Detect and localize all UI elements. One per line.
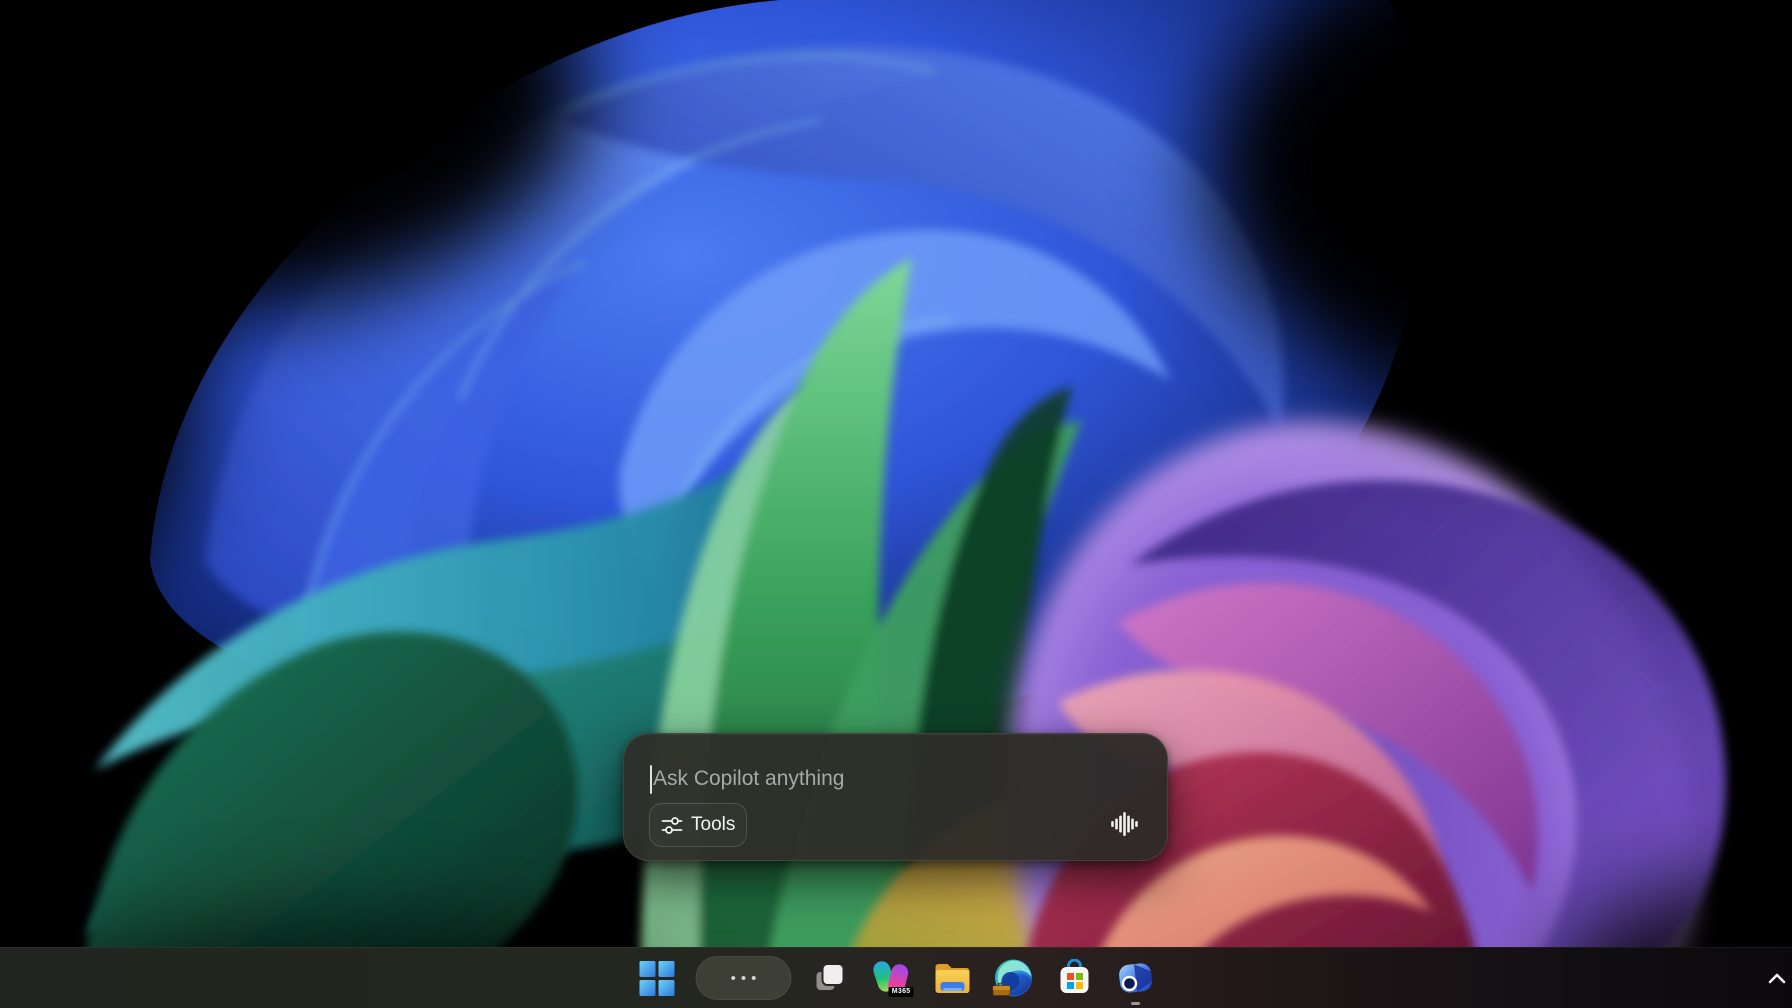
work-briefcase-badge — [993, 983, 1011, 996]
edge-button[interactable] — [992, 956, 1036, 1000]
sliders-icon — [660, 814, 684, 836]
running-indicator — [1131, 1002, 1140, 1005]
copilot-app-button[interactable] — [1114, 956, 1158, 1000]
start-button[interactable] — [635, 956, 679, 1000]
edge-icon — [994, 958, 1034, 998]
taskbar-search-pill[interactable]: ••• — [696, 956, 792, 1000]
voice-input-button[interactable] — [1107, 808, 1141, 840]
taskbar: ••• M365 — [0, 947, 1792, 1008]
tools-button-label: Tools — [691, 814, 735, 836]
m365-badge: M365 — [889, 987, 914, 997]
store-bag-icon — [1057, 959, 1093, 997]
chevron-up-icon — [1767, 972, 1787, 984]
task-view-button[interactable] — [809, 956, 853, 1000]
desktop: Tools — [0, 0, 1792, 1008]
store-button[interactable] — [1053, 956, 1097, 1000]
taskbar-app-group: ••• M365 — [635, 948, 1158, 1008]
folder-icon — [933, 960, 973, 996]
copilot-prompt-input[interactable] — [653, 763, 1123, 795]
copilot-icon — [1116, 958, 1156, 998]
voice-waveform-icon — [1109, 810, 1139, 838]
tools-button[interactable]: Tools — [649, 803, 747, 847]
m365-copilot-icon: M365 — [872, 958, 912, 998]
ellipsis-icon: ••• — [726, 970, 762, 987]
tray-show-hidden-icons-button[interactable] — [1762, 948, 1792, 1008]
text-caret — [650, 765, 652, 794]
windows-start-icon — [639, 961, 674, 996]
task-view-icon — [812, 959, 850, 997]
m365-copilot-button[interactable]: M365 — [870, 956, 914, 1000]
file-explorer-button[interactable] — [931, 956, 975, 1000]
copilot-prompt-box: Tools — [623, 733, 1168, 861]
